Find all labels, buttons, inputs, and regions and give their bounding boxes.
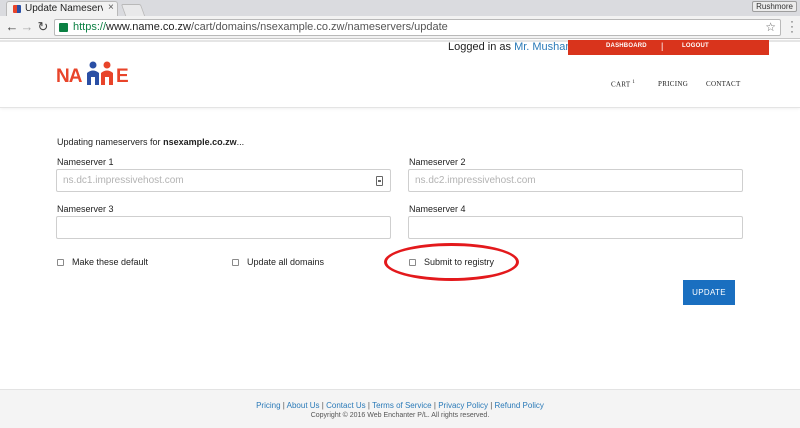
- site-header: Logged in as Mr. Mushambi DASHBOARD | LO…: [0, 40, 800, 108]
- tab-close-icon[interactable]: ×: [108, 2, 114, 13]
- cart-count-badge: 1: [632, 80, 636, 85]
- nameserver-4-field[interactable]: [408, 216, 743, 239]
- autofill-key-icon[interactable]: [376, 176, 383, 186]
- nameserver-2-input[interactable]: [409, 170, 742, 191]
- nameserver-2-field[interactable]: [408, 169, 743, 192]
- browser-toolbar: ← → ↻ https://www.name.co.zw/cart/domain…: [0, 15, 800, 39]
- domain-name: nsexample.co.zw: [163, 137, 237, 147]
- page-heading: Updating nameservers for nsexample.co.zw…: [57, 137, 244, 147]
- copyright-text: Copyright © 2016 Web Enchanter P/L. All …: [310, 412, 490, 419]
- make-default-checkbox[interactable]: [57, 258, 64, 266]
- nameserver-4-label: Nameserver 4: [409, 204, 466, 214]
- nameserver-4-input[interactable]: [409, 217, 742, 238]
- url-text: https://www.name.co.zw/cart/domains/nsex…: [73, 21, 448, 33]
- footer-link-refund[interactable]: Refund Policy: [495, 401, 544, 410]
- tab-title: Update Nameservers: [25, 3, 103, 14]
- browser-menu-icon[interactable]: · · ·: [790, 15, 794, 37]
- url-host: www.name.co.zw: [106, 21, 192, 33]
- lock-icon: [59, 23, 68, 32]
- nameserver-3-input[interactable]: [57, 217, 390, 238]
- annotation-circle: [384, 243, 519, 281]
- site-footer: Pricing | About Us | Contact Us | Terms …: [0, 389, 800, 428]
- favicon-icon: [13, 5, 21, 13]
- footer-separator: |: [321, 401, 324, 410]
- nameserver-2-label: Nameserver 2: [409, 157, 466, 167]
- reload-icon[interactable]: ↻: [36, 19, 50, 35]
- footer-separator: |: [490, 401, 493, 410]
- bookmark-star-icon[interactable]: ☆: [765, 20, 776, 34]
- heading-suffix: ...: [236, 137, 245, 147]
- new-tab-button[interactable]: [120, 4, 146, 16]
- nav-contact[interactable]: CONTACT: [706, 80, 741, 88]
- nav-cart-label: CART: [611, 80, 631, 89]
- update-all-option[interactable]: Update all domains: [232, 257, 324, 267]
- footer-links: Pricing | About Us | Contact Us | Terms …: [0, 401, 800, 410]
- footer-separator: |: [367, 401, 370, 410]
- nameserver-3-field[interactable]: [56, 216, 391, 239]
- logged-in-status: Logged in as Mr. Mushambi: [448, 41, 583, 53]
- logo-person-red-icon: [101, 61, 113, 85]
- url-scheme: https://: [73, 21, 107, 33]
- nameserver-1-field[interactable]: [56, 169, 391, 192]
- logout-link[interactable]: LOGOUT: [682, 43, 709, 49]
- url-path: /cart/domains/nsexample.co.zw/nameserver…: [191, 21, 448, 33]
- update-all-label: Update all domains: [247, 257, 325, 267]
- logo-text-right: E: [116, 66, 129, 87]
- dashboard-link[interactable]: DASHBOARD: [606, 43, 647, 49]
- nav-cart[interactable]: CART 1: [611, 80, 635, 88]
- footer-link-privacy[interactable]: Privacy Policy: [438, 401, 488, 410]
- logo-person-blue-icon: [87, 61, 99, 85]
- footer-link-terms[interactable]: Terms of Service: [372, 401, 432, 410]
- logo-text-left: NA: [56, 66, 82, 87]
- make-default-option[interactable]: Make these default: [57, 257, 148, 267]
- footer-link-pricing[interactable]: Pricing: [256, 401, 280, 410]
- account-bar: DASHBOARD | LOGOUT: [568, 40, 769, 55]
- browser-tab-bar: Update Nameservers × Rushmore: [0, 0, 800, 16]
- back-icon[interactable]: ←: [5, 19, 19, 35]
- address-bar[interactable]: https://www.name.co.zw/cart/domains/nsex…: [54, 19, 781, 36]
- footer-separator: |: [282, 401, 285, 410]
- site-logo[interactable]: NA E: [56, 59, 129, 89]
- footer-link-about[interactable]: About Us: [287, 401, 320, 410]
- account-bar-separator: |: [661, 41, 664, 51]
- logged-in-label: Logged in as: [448, 41, 511, 53]
- update-button[interactable]: UPDATE: [683, 280, 735, 305]
- browser-tab[interactable]: Update Nameservers ×: [6, 1, 118, 16]
- heading-prefix: Updating nameservers for: [57, 137, 161, 147]
- nameserver-3-label: Nameserver 3: [57, 204, 114, 214]
- nameserver-1-input[interactable]: [57, 170, 390, 191]
- forward-icon[interactable]: →: [20, 19, 34, 35]
- footer-link-contact[interactable]: Contact Us: [326, 401, 366, 410]
- nameserver-1-label: Nameserver 1: [57, 157, 114, 167]
- footer-separator: |: [433, 401, 436, 410]
- nav-pricing[interactable]: PRICING: [658, 80, 688, 88]
- profile-button[interactable]: Rushmore: [752, 1, 797, 12]
- update-all-checkbox[interactable]: [232, 258, 239, 266]
- make-default-label: Make these default: [72, 257, 149, 267]
